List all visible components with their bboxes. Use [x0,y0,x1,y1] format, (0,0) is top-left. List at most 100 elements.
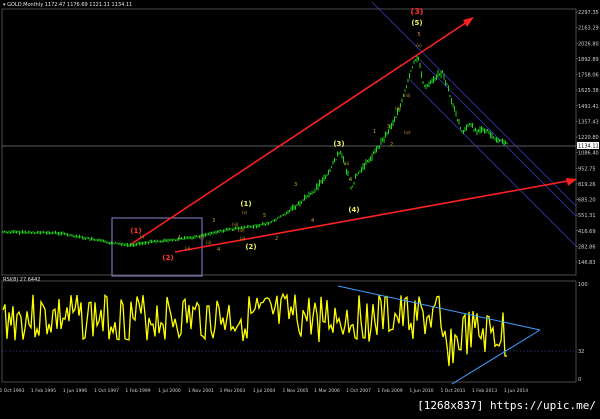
price-candle [214,231,215,234]
time-axis-label: 1 Jun 2014 [504,388,528,394]
price-candle [14,230,16,234]
wave-label-v-low: (v) [242,210,248,215]
price-candle [113,242,115,245]
price-candle [149,239,151,244]
price-axis-label: 685.20 [578,198,596,204]
time-axis-label: 1 Feb 1995 [31,388,56,394]
price-axis-label: 1357.43 [578,119,599,125]
price-candle [122,242,124,246]
time-axis-label: 1 Jul 2000 [158,388,181,394]
price-candle [466,124,467,131]
price-candle [4,230,5,233]
price-candle [110,241,112,245]
price-candle [71,233,73,237]
time-axis-label: 1 Jun 1996 [63,388,87,394]
price-axis-label: 551.31 [578,213,596,219]
chart-window: (3) (5) 5 (v) (1) (2) (1) (2) (3) (4) 1 … [0,0,600,415]
price-candle [346,168,347,175]
price-candle [67,233,68,237]
price-candle [470,123,472,127]
price-candle [128,244,130,247]
price-candle [70,234,71,236]
time-axis-label: 1 Mar 2006 [314,388,340,394]
price-candle [34,232,35,235]
price-panel[interactable] [1,8,577,276]
rsi-axis-100: 100 [578,282,588,288]
price-candle [491,132,493,140]
price-candle [88,237,89,239]
price-candle [118,243,119,245]
price-axis-label: 1625.38 [578,88,599,94]
price-candle [337,151,338,157]
price-candle [424,85,425,88]
price-candle [293,204,295,210]
price-candle [85,237,86,240]
price-candle [410,69,412,72]
price-candle [332,160,334,165]
price-candle [76,234,77,238]
price-candle [2,230,4,234]
price-candle [274,218,275,222]
price-candle [299,200,301,207]
time-axis-label: 1 Feb 1999 [125,388,150,394]
price-candle [208,233,209,236]
rsi-panel[interactable] [1,280,577,383]
price-candle [262,222,263,226]
price-candle [121,243,122,247]
wave-label-ii-low: (ii) [206,240,212,245]
price-candle [499,139,500,142]
wave-label-minor-4: 4 [311,218,314,224]
wave-label-ii-mid: (ii) [344,161,350,166]
chart-canvas[interactable]: (3) (5) 5 (v) (1) (2) (1) (2) (3) (4) 1 … [0,0,600,415]
price-candle [302,199,304,202]
price-axis-label: 146.83 [578,260,596,266]
price-candle [404,89,406,92]
price-candle [304,194,305,201]
price-candle [107,241,109,244]
price-candle [392,119,394,127]
price-candle [215,230,217,235]
price-candle [89,238,91,241]
price-candle [461,130,463,133]
price-candle [347,170,349,176]
price-candle [37,230,38,234]
price-candle [226,227,227,231]
price-candle [305,195,307,199]
price-candle [371,153,373,161]
wave-label-iii-high: (iii) [395,106,402,111]
time-axis-label: 1 Oct 2011 [441,388,466,394]
price-candle [488,130,490,135]
price-candle [26,232,28,235]
rsi-axis-32: 32 [578,349,584,355]
price-candle [197,235,199,238]
price-candle [158,240,160,243]
price-candle [431,78,433,84]
price-candle [20,231,22,234]
price-candle [418,56,419,61]
price-candle [232,228,233,231]
price-candle [320,179,322,184]
price-axis-label: 2163.29 [578,26,599,32]
price-candle [97,239,98,242]
price-candle [101,239,103,243]
wave-label-iv-high: (iv) [404,130,411,135]
price-candle [481,126,482,133]
time-axis-label: 1 Oct 1993 [0,388,25,394]
price-candle [314,188,316,193]
price-candle [223,229,224,233]
price-candle [494,137,496,141]
current-price-label: 1134.11 [578,144,599,150]
price-candle [193,236,194,239]
price-candle [224,229,226,232]
price-candle [452,103,454,108]
price-candle [175,239,176,242]
price-candle [112,241,113,244]
price-candle [10,231,11,234]
price-candle [31,231,32,234]
price-candle [454,106,455,112]
price-candle [364,162,365,170]
price-candle [326,173,328,177]
price-candle [58,231,59,236]
price-candle [98,238,100,242]
price-candle [280,215,281,218]
